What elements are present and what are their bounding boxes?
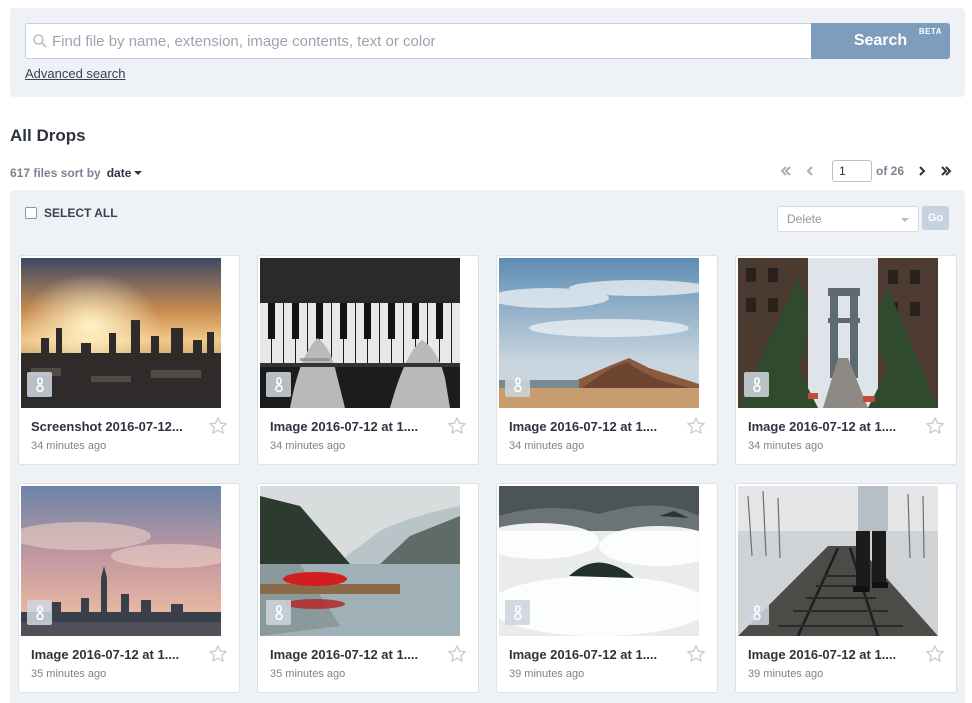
search-panel: Search BETA Advanced search [10, 8, 965, 97]
file-card[interactable]: Image 2016-07-12 at 1.... 34 minutes ago [496, 255, 718, 465]
sort-value: date [106, 166, 132, 180]
file-name[interactable]: Image 2016-07-12 at 1.... [748, 647, 918, 662]
eye-icon[interactable] [27, 372, 52, 397]
search-button[interactable]: Search BETA [811, 23, 950, 59]
search-button-label: Search [853, 32, 908, 49]
file-card[interactable]: Screenshot 2016-07-12... 34 minutes ago [18, 255, 240, 465]
star-icon[interactable] [447, 416, 467, 436]
page-title: All Drops [10, 126, 86, 145]
file-card[interactable]: Image 2016-07-12 at 1.... 39 minutes ago [735, 483, 957, 693]
file-card[interactable]: Image 2016-07-12 at 1.... 34 minutes ago [735, 255, 957, 465]
file-time: 34 minutes ago [748, 440, 824, 452]
select-all-checkbox[interactable]: SELECT ALL [25, 206, 118, 220]
sort-row: 617 files sort by date [10, 166, 143, 180]
eye-icon[interactable] [27, 600, 52, 625]
file-count: 617 files sort by [10, 166, 101, 180]
double-chevron-right-icon[interactable] [934, 160, 958, 182]
file-grid-panel: SELECT ALL Delete Go Screenshot 2016-07-… [10, 190, 965, 703]
star-icon[interactable] [686, 416, 706, 436]
checkbox[interactable] [25, 207, 37, 219]
star-icon[interactable] [925, 644, 945, 664]
eye-icon[interactable] [744, 372, 769, 397]
star-icon[interactable] [925, 416, 945, 436]
pagination: of 26 [774, 160, 958, 182]
search-icon [33, 34, 47, 48]
file-time: 34 minutes ago [270, 440, 346, 452]
bulk-action-select[interactable]: Delete [777, 206, 919, 232]
star-icon[interactable] [686, 644, 706, 664]
bulk-action-value: Delete [787, 212, 822, 226]
file-time: 34 minutes ago [509, 440, 585, 452]
eye-icon[interactable] [266, 600, 291, 625]
advanced-search-link[interactable]: Advanced search [25, 66, 125, 81]
file-name[interactable]: Image 2016-07-12 at 1.... [31, 647, 201, 662]
double-chevron-left-icon[interactable] [774, 160, 798, 182]
file-name[interactable]: Image 2016-07-12 at 1.... [748, 419, 918, 434]
eye-icon[interactable] [744, 600, 769, 625]
eye-icon[interactable] [266, 372, 291, 397]
page-total: of 26 [876, 164, 905, 178]
eye-icon[interactable] [505, 372, 530, 397]
star-icon[interactable] [208, 416, 228, 436]
eye-icon[interactable] [505, 600, 530, 625]
file-card[interactable]: Image 2016-07-12 at 1.... 35 minutes ago [257, 483, 479, 693]
page-number-input[interactable] [832, 160, 872, 182]
chevron-right-icon[interactable] [910, 160, 934, 182]
select-all-label: SELECT ALL [44, 206, 118, 220]
file-time: 39 minutes ago [509, 668, 585, 680]
file-card[interactable]: Image 2016-07-12 at 1.... 39 minutes ago [496, 483, 718, 693]
file-time: 35 minutes ago [31, 668, 107, 680]
file-card[interactable]: Image 2016-07-12 at 1.... 35 minutes ago [18, 483, 240, 693]
file-name[interactable]: Image 2016-07-12 at 1.... [509, 647, 679, 662]
search-input[interactable] [52, 24, 802, 58]
beta-badge: BETA [918, 27, 942, 36]
go-button[interactable]: Go [922, 206, 949, 230]
chevron-left-icon[interactable] [798, 160, 822, 182]
caret-down-icon [901, 218, 909, 222]
file-time: 34 minutes ago [31, 440, 107, 452]
search-box[interactable] [25, 23, 811, 59]
file-time: 35 minutes ago [270, 668, 346, 680]
file-name[interactable]: Image 2016-07-12 at 1.... [270, 419, 440, 434]
file-card[interactable]: Image 2016-07-12 at 1.... 34 minutes ago [257, 255, 479, 465]
sort-dropdown[interactable]: date [107, 166, 143, 180]
caret-down-icon [134, 171, 143, 175]
file-time: 39 minutes ago [748, 668, 824, 680]
star-icon[interactable] [447, 644, 467, 664]
star-icon[interactable] [208, 644, 228, 664]
file-name[interactable]: Image 2016-07-12 at 1.... [509, 419, 679, 434]
file-name[interactable]: Image 2016-07-12 at 1.... [270, 647, 440, 662]
file-name[interactable]: Screenshot 2016-07-12... [31, 419, 201, 434]
